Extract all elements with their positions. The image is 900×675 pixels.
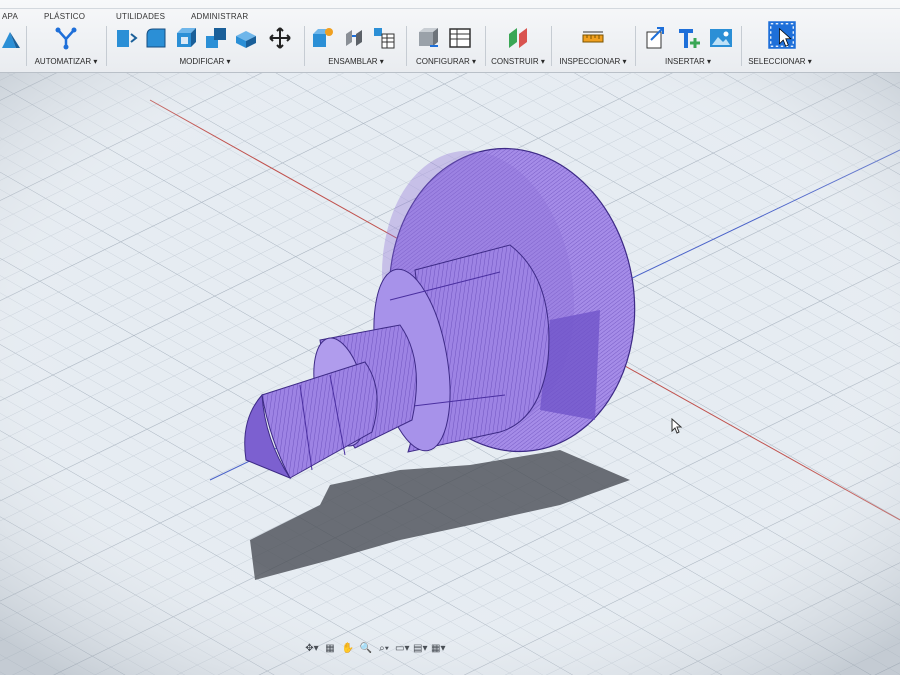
inspect-group[interactable]: INSPECCIONAR ▾	[555, 22, 631, 70]
ribbon-toolbar: APA PLÁSTICO UTILIDADES ADMINISTRAR AUTO…	[0, 0, 900, 73]
orbit-icon[interactable]: ✥▾	[305, 642, 319, 656]
move-icon[interactable]	[268, 26, 292, 50]
shell-icon[interactable]	[174, 26, 198, 50]
insert-derive-icon[interactable]	[643, 26, 667, 50]
fillet-icon[interactable]	[144, 26, 168, 50]
viewports-icon[interactable]: ▦▾	[431, 642, 445, 656]
display-settings-icon[interactable]: ▭▾	[395, 642, 409, 656]
select-icon[interactable]	[767, 20, 797, 50]
press-pull-icon[interactable]	[114, 26, 138, 50]
insert-image-icon[interactable]	[709, 26, 733, 50]
measure-icon[interactable]	[581, 26, 605, 50]
tab-utilidades[interactable]: UTILIDADES	[116, 12, 165, 21]
joint-icon[interactable]	[342, 26, 366, 50]
config-table-icon[interactable]	[448, 26, 472, 50]
assemble-group[interactable]: ENSAMBLAR ▾	[308, 22, 404, 70]
mouse-cursor-icon	[671, 418, 683, 434]
combine-icon[interactable]	[204, 26, 228, 50]
configure-label[interactable]: CONFIGURAR ▾	[410, 57, 482, 66]
fit-icon[interactable]: ⌕▾	[377, 642, 391, 656]
construct-group[interactable]: CONSTRUIR ▾	[489, 22, 547, 70]
look-at-icon[interactable]: ▦	[323, 642, 337, 656]
insert-group[interactable]: INSERTAR ▾	[639, 22, 737, 70]
tab-plastico[interactable]: PLÁSTICO	[44, 12, 85, 21]
replace-face-icon[interactable]	[234, 26, 258, 50]
select-label[interactable]: SELECCIONAR ▾	[745, 57, 815, 66]
canvas	[0, 73, 900, 675]
new-component-icon[interactable]	[310, 26, 334, 50]
configure-icon[interactable]	[416, 26, 440, 50]
select-group[interactable]: SELECCIONAR ▾	[745, 20, 815, 70]
modify-label[interactable]: MODIFICAR ▾	[110, 57, 300, 66]
navigation-bar: ✥▾ ▦ ✋ 🔍 ⌕▾ ▭▾ ▤▾ ▦▾	[305, 640, 445, 658]
3d-viewport[interactable]	[0, 73, 900, 675]
automate-group[interactable]: AUTOMATIZAR ▾	[30, 22, 102, 70]
inspect-label[interactable]: INSPECCIONAR ▾	[555, 57, 631, 66]
construct-plane-icon[interactable]	[506, 26, 530, 50]
insert-text-icon[interactable]	[677, 26, 701, 50]
tab-apa[interactable]: APA	[2, 12, 18, 21]
construct-label[interactable]: CONSTRUIR ▾	[489, 57, 547, 66]
automate-icon[interactable]	[54, 26, 78, 50]
sketch-icon[interactable]	[0, 26, 24, 50]
modify-group[interactable]: MODIFICAR ▾	[110, 22, 300, 70]
zoom-icon[interactable]: 🔍	[359, 642, 373, 656]
assembly-table-icon[interactable]	[372, 26, 396, 50]
pan-icon[interactable]: ✋	[341, 642, 355, 656]
insert-label[interactable]: INSERTAR ▾	[639, 57, 737, 66]
sketch-group[interactable]	[0, 22, 22, 70]
automate-label[interactable]: AUTOMATIZAR ▾	[30, 57, 102, 66]
configure-group[interactable]: CONFIGURAR ▾	[410, 22, 482, 70]
assemble-label[interactable]: ENSAMBLAR ▾	[308, 57, 404, 66]
grid-settings-icon[interactable]: ▤▾	[413, 642, 427, 656]
tab-administrar[interactable]: ADMINISTRAR	[191, 12, 248, 21]
